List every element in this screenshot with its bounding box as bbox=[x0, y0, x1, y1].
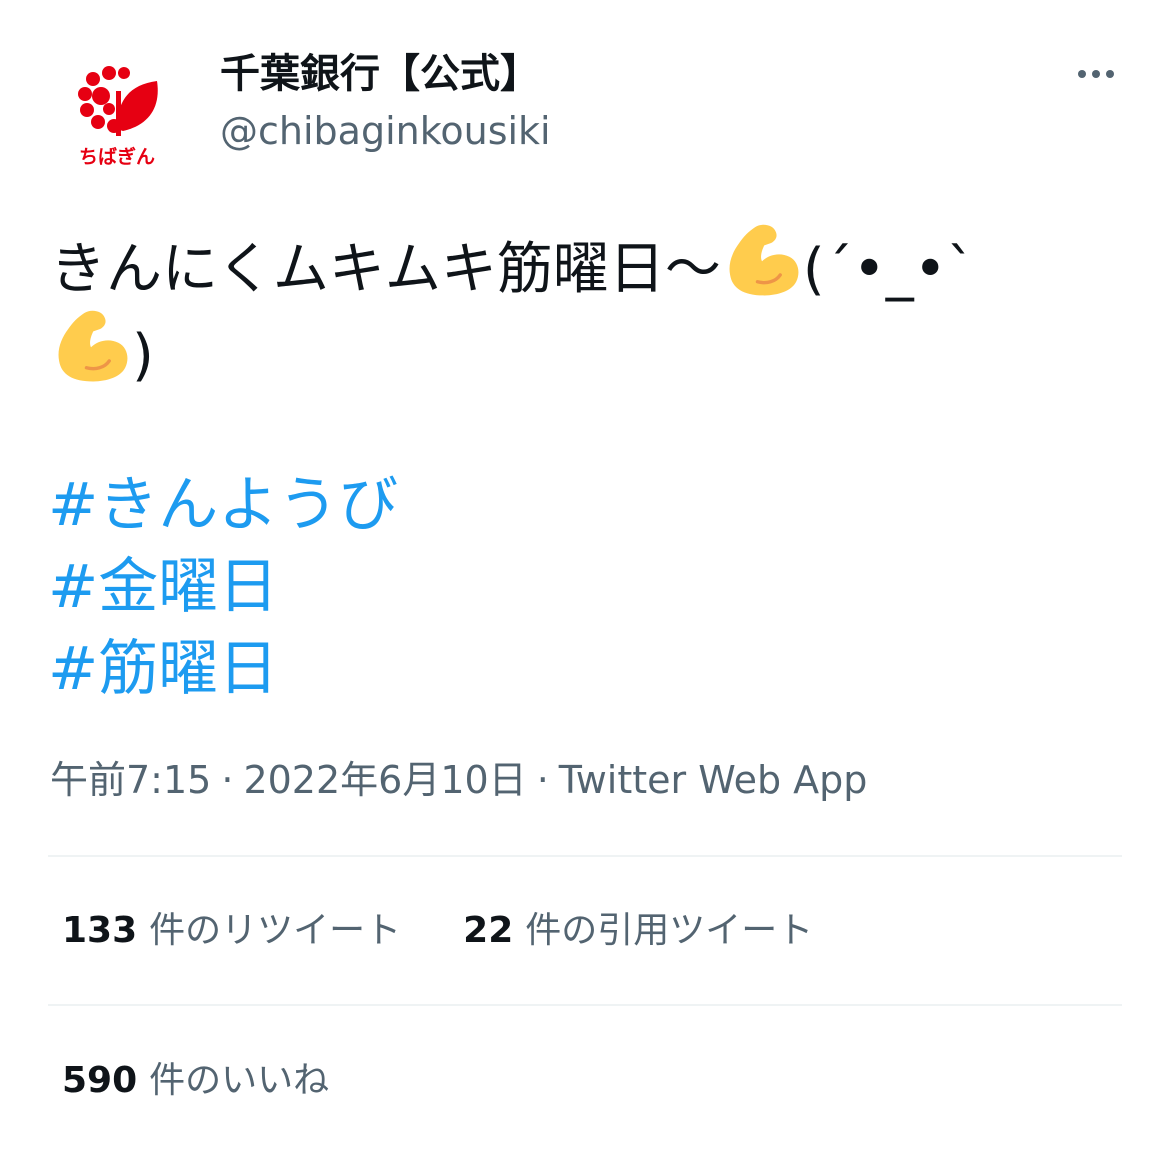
tweet-meta: 午前7:15 · 2022年6月10日 · Twitter Web App bbox=[50, 752, 867, 808]
meta-separator: · bbox=[221, 758, 234, 802]
stats-row-shares: 133 件のリツイート 22 件の引用ツイート bbox=[62, 906, 875, 956]
more-options-button[interactable] bbox=[1068, 52, 1124, 96]
tweet-text: きんにくムキムキ筋曜日〜 (´•_•` ) bbox=[50, 218, 1130, 390]
chibagin-logo-icon: ちばぎん bbox=[78, 66, 158, 168]
tweet-source[interactable]: Twitter Web App bbox=[559, 758, 868, 802]
svg-text:ちばぎん: ちばぎん bbox=[79, 145, 155, 168]
retweet-count: 133 bbox=[62, 910, 138, 951]
more-dot bbox=[1106, 70, 1114, 78]
display-name[interactable]: 千葉銀行【公式】 bbox=[220, 48, 540, 100]
tweet-text-part: (´•_•` bbox=[802, 237, 975, 302]
quote-count: 22 bbox=[463, 910, 514, 951]
retweet-label: 件のリツイート bbox=[149, 910, 402, 951]
more-dots-icon bbox=[1078, 70, 1086, 78]
retweets-stat[interactable]: 133 件のリツイート bbox=[62, 906, 401, 956]
like-label: 件のいいね bbox=[149, 1060, 330, 1101]
hashtag-list: #きんようび #金曜日 #筋曜日 bbox=[48, 464, 398, 710]
meta-separator: · bbox=[536, 758, 549, 802]
stats-row-likes: 590 件のいいね bbox=[62, 1056, 391, 1106]
more-dot bbox=[1092, 70, 1100, 78]
hashtag-link[interactable]: #金曜日 bbox=[48, 546, 398, 628]
tweet-text-line-2: ) bbox=[50, 304, 1130, 390]
divider bbox=[48, 1004, 1122, 1006]
tweet-detail: ちばぎん 千葉銀行【公式】 @chibaginkousiki きんにくムキムキ筋… bbox=[0, 0, 1170, 1153]
avatar[interactable]: ちばぎん bbox=[48, 42, 186, 180]
quote-label: 件の引用ツイート bbox=[525, 910, 814, 951]
flexed-biceps-icon bbox=[58, 310, 128, 382]
tweet-time[interactable]: 午前7:15 bbox=[50, 758, 211, 802]
tweet-text-line-1: きんにくムキムキ筋曜日〜 (´•_•` bbox=[50, 218, 1130, 304]
hashtag-link[interactable]: #筋曜日 bbox=[48, 628, 398, 710]
divider bbox=[48, 855, 1122, 857]
user-handle[interactable]: @chibaginkousiki bbox=[220, 106, 551, 156]
likes-stat[interactable]: 590 件のいいね bbox=[62, 1056, 329, 1106]
tweet-date[interactable]: 2022年6月10日 bbox=[243, 758, 526, 802]
quote-tweets-stat[interactable]: 22 件の引用ツイート bbox=[463, 906, 813, 956]
flexed-biceps-icon bbox=[729, 224, 799, 296]
like-count: 590 bbox=[62, 1060, 138, 1101]
tweet-text-part: きんにくムキムキ筋曜日〜 bbox=[50, 237, 721, 302]
tweet-text-part: ) bbox=[132, 323, 154, 388]
hashtag-link[interactable]: #きんようび bbox=[48, 464, 398, 546]
